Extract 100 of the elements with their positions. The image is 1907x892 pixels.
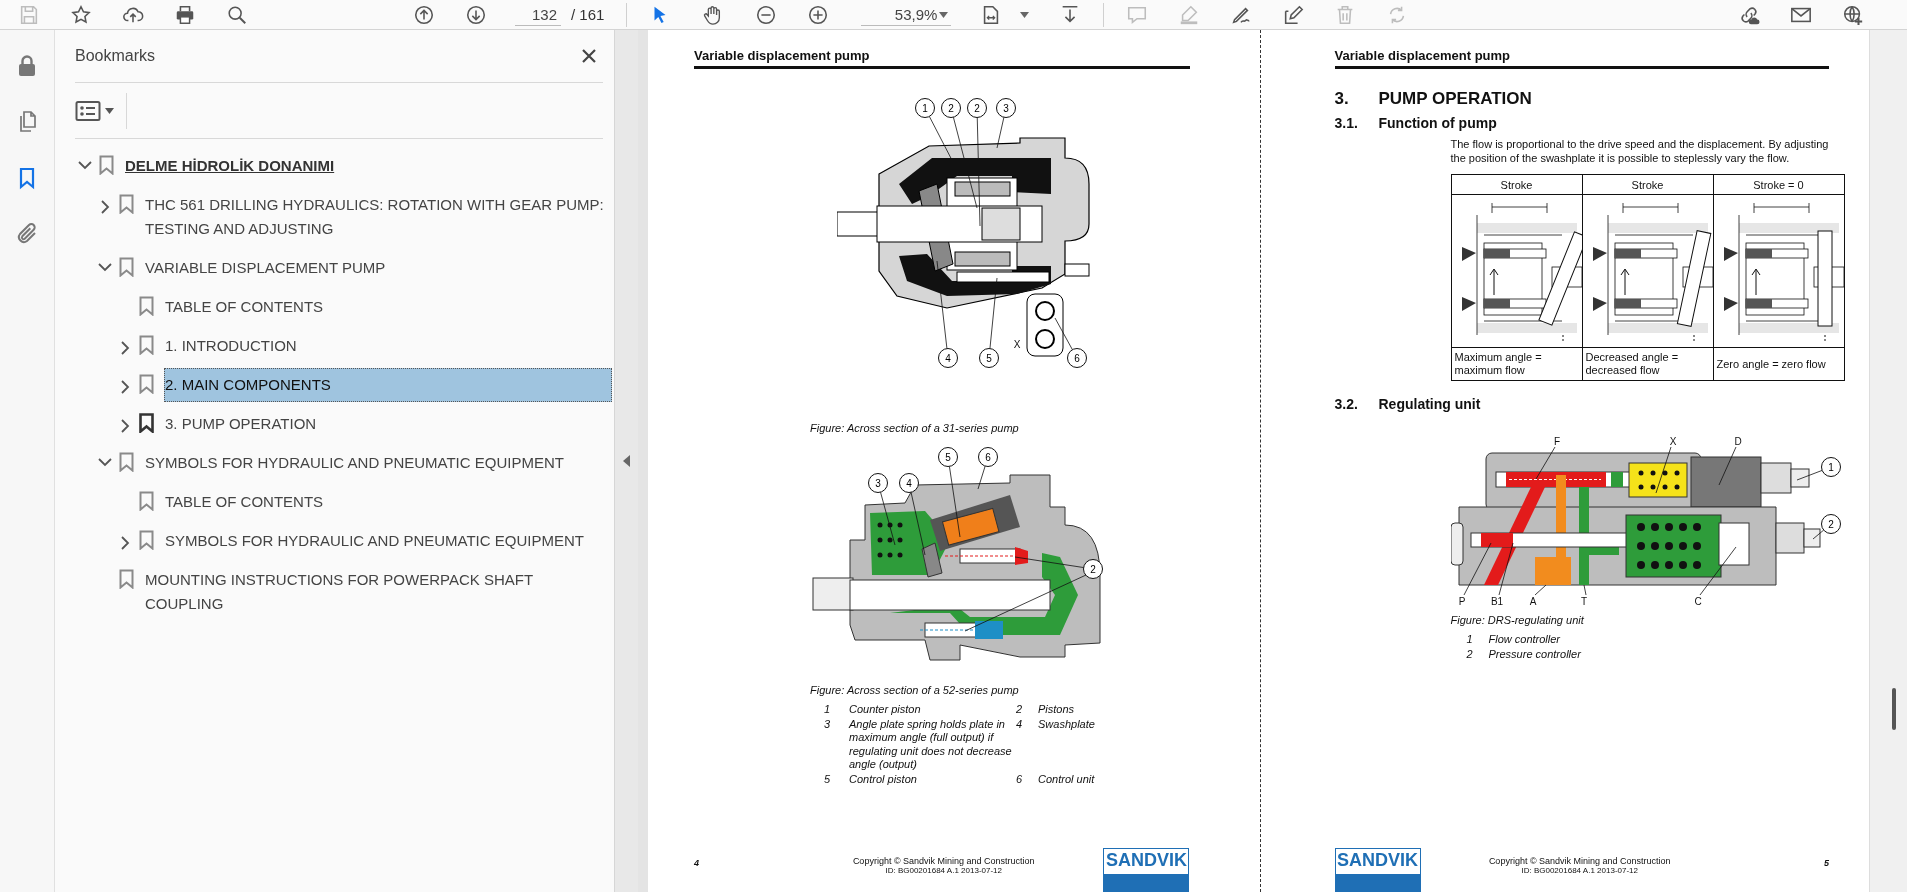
- caret-icon: [105, 107, 114, 114]
- callout-marker: 4: [899, 473, 919, 493]
- leader-line: [880, 491, 896, 546]
- chevron-right-icon[interactable]: [120, 340, 130, 355]
- callout-marker: 1: [915, 98, 935, 118]
- legend-text: Pressure controller: [1488, 647, 1582, 661]
- leader-line: [1498, 542, 1513, 596]
- port-label: F: [1553, 436, 1560, 447]
- port-label: C: [1693, 596, 1702, 607]
- chevron-right-icon[interactable]: [100, 199, 110, 214]
- bookmark-item[interactable]: VARIABLE DISPLACEMENT PUMP: [144, 250, 612, 285]
- port-label: X: [1669, 436, 1676, 447]
- globe-icon[interactable]: [1842, 3, 1865, 26]
- paperclip-icon[interactable]: [15, 222, 39, 246]
- close-icon[interactable]: [581, 48, 597, 64]
- leader-line: [910, 491, 926, 556]
- port-label: B1: [1490, 596, 1503, 607]
- section-title: PUMP OPERATION: [1378, 89, 1532, 109]
- page-number: 5: [1822, 857, 1829, 868]
- chevron-down-icon[interactable]: [98, 262, 112, 272]
- chevron-down-icon[interactable]: [78, 160, 92, 170]
- scrollbar[interactable]: [1869, 30, 1907, 892]
- figure-caption: Figure: Across section of a 52-series pump: [810, 683, 1020, 697]
- callout-marker: 2: [1083, 559, 1103, 579]
- leader-line: [1463, 542, 1491, 596]
- document-id: ID: BG00201684 A.1 2013-07-12: [885, 866, 1002, 875]
- bookmark-item[interactable]: SYMBOLS FOR HYDRAULIC AND PNEUMATIC EQUIPMENT: [144, 445, 612, 480]
- search-icon[interactable]: [226, 3, 248, 26]
- port-label: A: [1529, 596, 1536, 607]
- section-title: Regulating unit: [1378, 396, 1481, 413]
- leader-line: [1718, 446, 1736, 486]
- leader-line: [1655, 446, 1671, 494]
- page-number-field[interactable]: 132: [515, 3, 561, 26]
- table-cell: Decreased angle = decreased flow: [1582, 347, 1713, 381]
- section-number: 3.: [1334, 89, 1350, 109]
- chevron-down-icon[interactable]: [98, 457, 112, 467]
- leader-line: [1796, 470, 1823, 481]
- list-icon: [75, 99, 101, 122]
- company-logo: SANDVIK: [1103, 848, 1190, 892]
- caret-icon[interactable]: [939, 11, 949, 18]
- callout-marker: 5: [938, 447, 958, 467]
- bookmark-item[interactable]: 2. MAIN COMPONENTS: [164, 367, 612, 402]
- table-header: Stroke = 0: [1713, 174, 1844, 195]
- section-title: Function of pump: [1378, 115, 1497, 132]
- legend-text: Counter piston: [849, 703, 922, 717]
- company-logo: SANDVIK: [1334, 848, 1421, 892]
- zoom-in-icon[interactable]: [807, 3, 830, 26]
- leader-line: [949, 466, 961, 538]
- bookmark-item[interactable]: TABLE OF CONTENTS: [164, 289, 612, 324]
- zoom-field[interactable]: 53,9%: [861, 3, 952, 26]
- caret-icon[interactable]: [1020, 11, 1030, 18]
- table-cell: Zero angle = zero flow: [1713, 347, 1844, 381]
- legend-number: 5: [824, 772, 832, 786]
- figure-caption: Figure: Across section of a 31-series pump: [810, 421, 1020, 435]
- bookmark-item[interactable]: MOUNTING INSTRUCTIONS FOR POWERPACK SHAFT COUPLING: [144, 562, 612, 621]
- callout-marker: 4: [938, 348, 958, 368]
- bookmark-item[interactable]: 1. INTRODUCTION: [164, 328, 612, 363]
- page-header: Variable displacement pump: [694, 48, 1190, 69]
- legend-number: 1: [824, 703, 832, 717]
- bookmark-item[interactable]: DELME HİDROLİK DONANIMI: [124, 148, 612, 183]
- port-label: D: [1733, 436, 1742, 447]
- callout-marker: 3: [996, 98, 1016, 118]
- callout-marker: 2: [1820, 514, 1841, 534]
- body-paragraph: The flow is proportional to the drive speed and the displacement. By adjusting the position of the swashplate it is possible to steplessly vary the flow.: [1450, 138, 1829, 165]
- callout-marker: 5: [979, 348, 999, 368]
- callout-marker: 2: [941, 98, 961, 118]
- chevron-right-icon[interactable]: [120, 535, 130, 550]
- zoom-out-icon[interactable]: [755, 3, 778, 26]
- bookmark-item[interactable]: SYMBOLS FOR HYDRAULIC AND PNEUMATIC EQUIPMENT: [164, 523, 612, 558]
- print-icon[interactable]: [174, 3, 196, 26]
- section-number: 3.1.: [1334, 115, 1359, 132]
- scrollbar-thumb[interactable]: [1892, 688, 1896, 730]
- legend-text: Control unit: [1038, 772, 1096, 786]
- table-header: Stroke: [1451, 174, 1582, 195]
- port-label: T: [1580, 596, 1587, 607]
- leader-line: [1583, 584, 1586, 596]
- copyright-text: Copyright © Sandvik Mining and Construction: [852, 856, 1035, 866]
- section-number: 3.2.: [1334, 396, 1359, 413]
- legend-text: Swashplate: [1038, 717, 1096, 731]
- options-button[interactable]: [75, 92, 127, 129]
- leader-line: [1054, 317, 1073, 351]
- pencil-icon[interactable]: [1282, 3, 1305, 26]
- bookmark-item[interactable]: TABLE OF CONTENTS: [164, 484, 612, 519]
- bookmark-item[interactable]: THC 561 DRILLING HYDRAULICS: ROTATION WITH GEAR PUMP: TESTING AND ADJUSTING: [144, 187, 612, 246]
- callout-marker: 6: [1067, 348, 1087, 368]
- legend-number: 2: [1466, 647, 1474, 661]
- bookmark-item[interactable]: 3. PUMP OPERATION: [164, 406, 612, 441]
- leader-line: [977, 465, 986, 490]
- chevron-right-icon[interactable]: [120, 379, 130, 394]
- document-id: ID: BG00201684 A.1 2013-07-12: [1521, 866, 1638, 875]
- leader-line: [1534, 584, 1546, 596]
- legend-text: Pistons: [1038, 703, 1076, 717]
- chevron-right-icon[interactable]: [120, 418, 130, 433]
- legend-number: 6: [1016, 772, 1024, 786]
- leader-line: [1699, 546, 1736, 596]
- star-icon[interactable]: [70, 3, 92, 26]
- collapse-arrow-icon[interactable]: [623, 455, 630, 467]
- page-header: Variable displacement pump: [1334, 48, 1829, 69]
- legend-number: 2: [1016, 703, 1024, 717]
- legend-number: 4: [1016, 717, 1024, 731]
